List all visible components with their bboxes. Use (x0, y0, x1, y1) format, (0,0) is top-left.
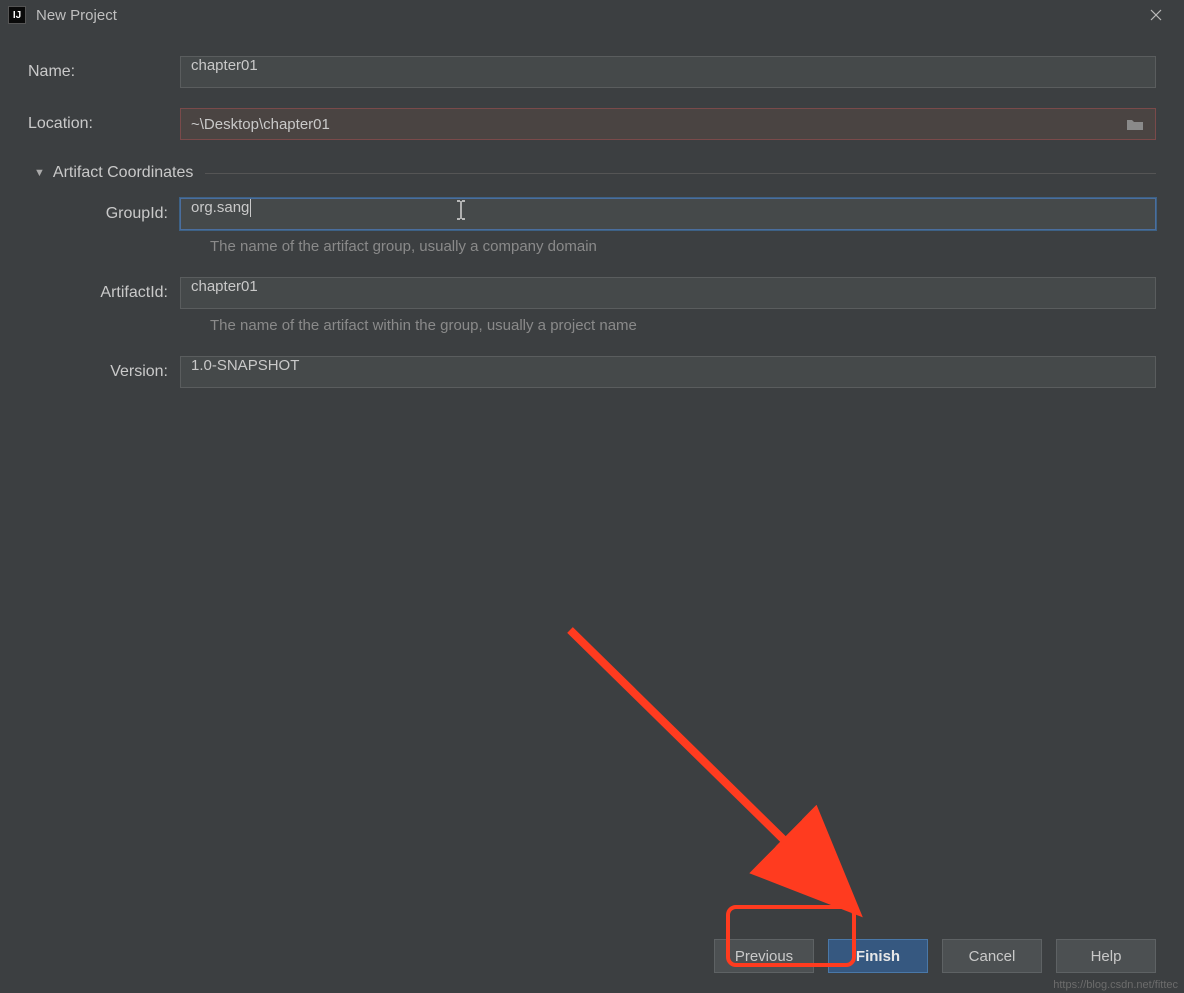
groupid-field[interactable]: org.sang (180, 198, 1156, 230)
dialog-content: Name: chapter01 Location: ~\Desktop\chap… (0, 30, 1184, 388)
name-value: chapter01 (191, 57, 258, 74)
close-icon[interactable] (1136, 1, 1176, 29)
finish-button[interactable]: Finish (828, 939, 928, 973)
groupid-hint: The name of the artifact group, usually … (28, 238, 1156, 255)
artifactid-hint: The name of the artifact within the grou… (28, 317, 1156, 334)
location-field[interactable]: ~\Desktop\chapter01 (180, 108, 1156, 140)
name-field[interactable]: chapter01 (180, 56, 1156, 88)
groupid-label: GroupId: (28, 205, 180, 223)
watermark: https://blog.csdn.net/fittec (1053, 979, 1178, 991)
artifactid-value: chapter01 (191, 278, 258, 295)
location-label: Location: (28, 115, 180, 133)
version-field[interactable]: 1.0-SNAPSHOT (180, 356, 1156, 388)
annotation-arrow (540, 620, 900, 930)
location-value: ~\Desktop\chapter01 (191, 116, 1125, 133)
previous-button[interactable]: Previous (714, 939, 814, 973)
chevron-down-icon: ▼ (34, 167, 45, 179)
name-row: Name: chapter01 (28, 56, 1156, 88)
location-row: Location: ~\Desktop\chapter01 (28, 108, 1156, 140)
groupid-row: GroupId: org.sang (28, 198, 1156, 230)
cancel-button[interactable]: Cancel (942, 939, 1042, 973)
text-caret (250, 199, 251, 217)
name-label: Name: (28, 63, 180, 81)
artifact-section-header[interactable]: ▼ Artifact Coordinates (28, 164, 1156, 182)
artifact-section: GroupId: org.sang The name of the artifa… (28, 198, 1156, 388)
help-button[interactable]: Help (1056, 939, 1156, 973)
section-divider (205, 173, 1156, 174)
groupid-value: org.sang (191, 199, 249, 216)
app-icon: IJ (8, 6, 26, 24)
artifactid-label: ArtifactId: (28, 284, 180, 302)
version-value: 1.0-SNAPSHOT (191, 357, 299, 374)
version-label: Version: (28, 363, 180, 381)
artifact-section-title: Artifact Coordinates (53, 164, 194, 182)
button-bar: Previous Finish Cancel Help (714, 939, 1156, 973)
browse-folder-icon[interactable] (1125, 117, 1145, 131)
titlebar: IJ New Project (0, 0, 1184, 30)
version-row: Version: 1.0-SNAPSHOT (28, 356, 1156, 388)
artifactid-field[interactable]: chapter01 (180, 277, 1156, 309)
artifactid-row: ArtifactId: chapter01 (28, 277, 1156, 309)
window-title: New Project (36, 7, 1136, 24)
